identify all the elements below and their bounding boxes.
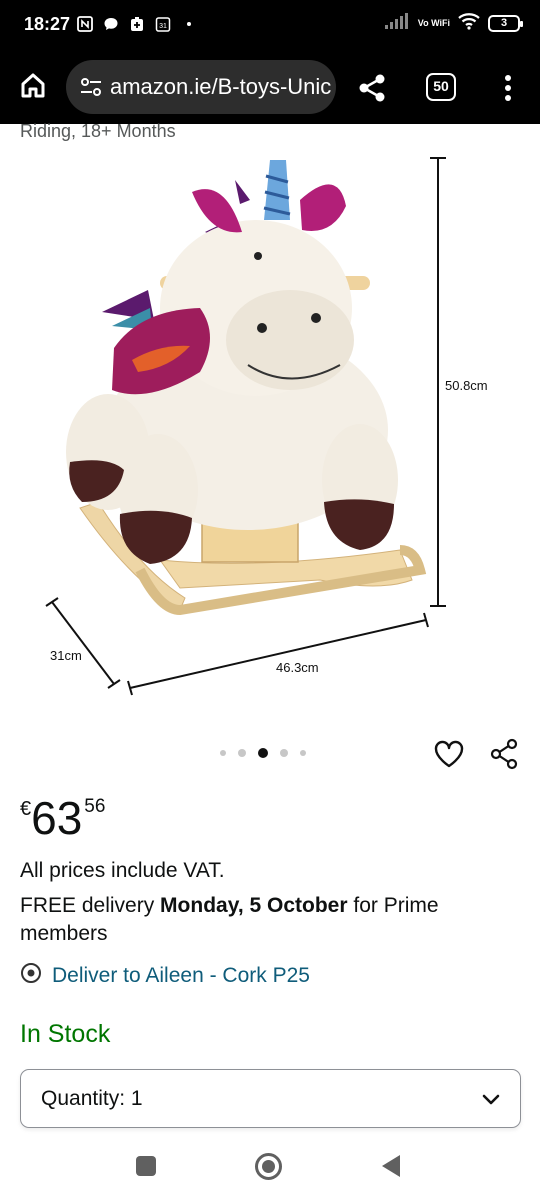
status-system-icons: Vo WiFi 3 [384, 12, 523, 35]
depth-dimension-line [45, 597, 121, 689]
url-text: amazon.ie/B-toys-Unic [110, 74, 332, 99]
site-settings-icon[interactable] [78, 74, 104, 100]
stock-status: In Stock [20, 1020, 111, 1048]
width-dimension-line [127, 612, 429, 696]
vat-note: All prices include VAT. [20, 859, 225, 882]
recents-icon[interactable] [136, 1156, 156, 1176]
home-icon[interactable] [16, 69, 50, 103]
back-icon[interactable] [382, 1155, 400, 1177]
app-icon [128, 15, 146, 33]
location-pin-icon [20, 962, 42, 989]
browser-toolbar: amazon.ie/B-toys-Unic 50 [0, 50, 540, 124]
product-image[interactable]: 50.8cm 46.3cm 31cm [20, 140, 520, 740]
system-navigation-bar [0, 1140, 540, 1200]
quantity-label: Quantity: 1 [41, 1086, 143, 1110]
tab-switcher-button[interactable]: 50 [426, 73, 456, 101]
status-notification-icons: 31 [76, 15, 198, 33]
url-bar[interactable]: amazon.ie/B-toys-Unic [66, 60, 336, 114]
status-time: 18:27 [24, 14, 71, 34]
wifi-icon [458, 12, 480, 35]
product-share-icon[interactable] [488, 738, 520, 770]
product-title-fragment: Riding, 18+ Months [20, 121, 176, 141]
height-label: 50.8cm [445, 378, 488, 393]
quantity-select[interactable]: Quantity: 1 [20, 1069, 521, 1128]
deliver-to-link[interactable]: Deliver to Aileen - Cork P25 [20, 962, 310, 989]
carousel-dot-active[interactable] [258, 748, 268, 758]
deliver-to-text[interactable]: Deliver to Aileen - Cork P25 [52, 964, 310, 988]
image-carousel-indicator[interactable] [220, 748, 306, 758]
price-currency: € [20, 798, 32, 820]
chevron-down-icon [480, 1088, 502, 1110]
depth-label: 31cm [50, 648, 82, 663]
carousel-dot[interactable] [238, 749, 246, 757]
wishlist-heart-icon[interactable] [433, 738, 465, 770]
width-label: 46.3cm [276, 660, 319, 675]
status-bar: 18:27 31 Vo WiFi 3 [0, 0, 540, 50]
more-menu-icon[interactable] [496, 74, 520, 102]
vowifi-label: Vo WiFi [417, 18, 450, 28]
more-notifications-icon [180, 15, 198, 33]
signal-icon [384, 12, 410, 35]
delivery-info: FREE delivery Monday, 5 October for Prim… [20, 892, 520, 948]
carousel-dot[interactable] [300, 750, 306, 756]
price-fraction: 56 [84, 796, 106, 817]
carousel-dot[interactable] [220, 750, 226, 756]
price-whole: 63 [31, 792, 83, 844]
share-icon[interactable] [356, 72, 388, 104]
chat-icon [102, 15, 120, 33]
carousel-dot[interactable] [280, 749, 288, 757]
calendar-icon: 31 [154, 15, 172, 33]
product-price: € 63 56 [20, 790, 105, 846]
nfc-icon [76, 15, 94, 33]
home-nav-icon[interactable] [255, 1153, 282, 1180]
battery-icon: 3 [488, 15, 523, 32]
svg-text:31: 31 [159, 23, 167, 30]
height-dimension-line [430, 157, 446, 607]
delivery-date: Monday, 5 October [160, 894, 348, 917]
delivery-prefix: FREE delivery [20, 894, 161, 917]
